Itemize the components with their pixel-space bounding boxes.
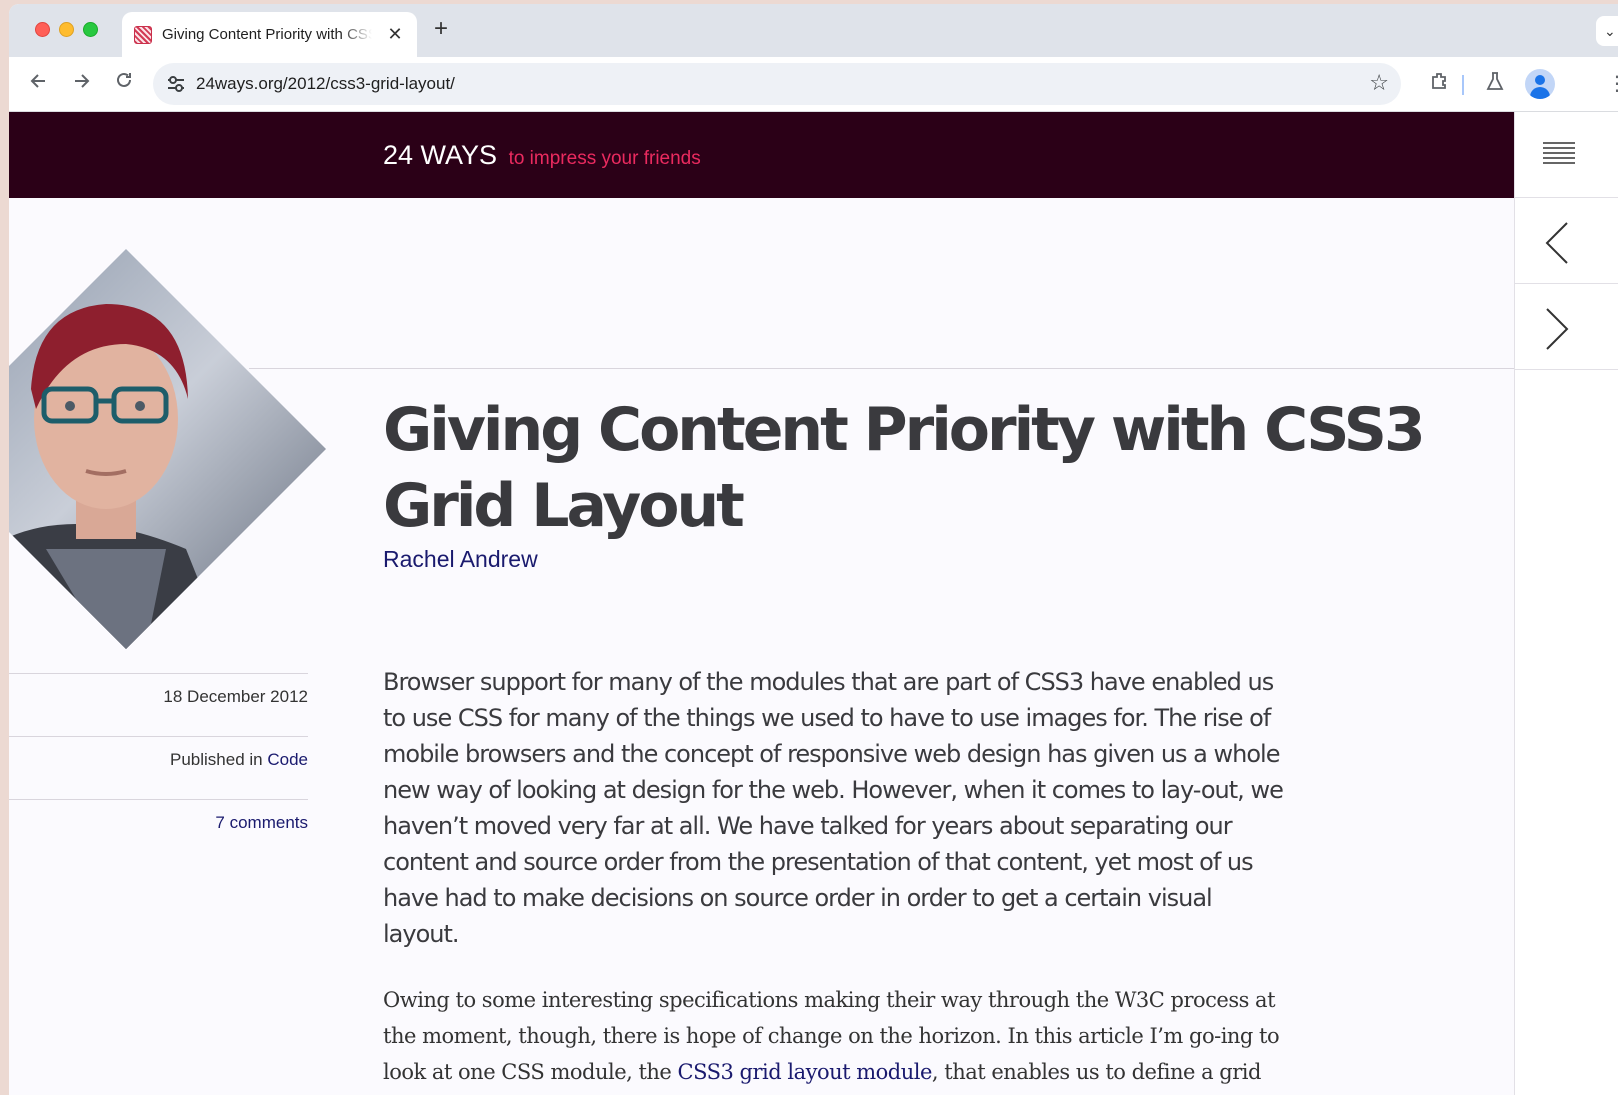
puzzle-icon[interactable] — [1430, 71, 1450, 97]
author-link[interactable]: Rachel Andrew — [383, 546, 538, 573]
comments-link[interactable]: 7 comments — [215, 813, 308, 832]
star-icon[interactable]: ☆ — [1369, 70, 1389, 96]
browser-toolbar: 24ways.org/2012/css3-grid-layout/ ☆ ⋮ — [9, 57, 1618, 112]
site-logo[interactable]: 24 WAYS to impress your friends — [383, 140, 701, 171]
zoom-window-button[interactable] — [83, 22, 98, 37]
close-window-button[interactable] — [35, 22, 50, 37]
arrow-right-icon — [75, 74, 90, 88]
article-date: 18 December 2012 — [9, 673, 308, 736]
tab-search-chevron-icon[interactable]: ⌄ — [1596, 16, 1618, 46]
brand-tagline: to impress your friends — [508, 148, 701, 169]
title-divider — [249, 368, 1514, 369]
page-viewport: 24 WAYS to impress your friends Giving C… — [9, 112, 1618, 1095]
avatar-icon[interactable] — [1525, 69, 1555, 99]
toolbar-separator — [1462, 75, 1464, 95]
reload-button[interactable] — [109, 70, 139, 100]
favicon-icon — [134, 25, 152, 44]
back-button[interactable] — [24, 70, 54, 100]
browser-window: Giving Content Priority with CSS3 Grid L… — [9, 4, 1618, 1095]
article-comments: 7 comments — [9, 799, 308, 862]
chevron-left-icon — [1545, 222, 1568, 264]
tune-icon[interactable] — [165, 73, 187, 95]
tab-strip: Giving Content Priority with CSS3 Grid L… — [9, 4, 1618, 57]
category-link[interactable]: Code — [267, 750, 308, 769]
article-title: Giving Content Priority with CSS3 Grid L… — [383, 395, 1426, 541]
published-prefix: Published in — [170, 750, 263, 769]
article-lede: Browser support for many of the modules … — [383, 668, 1284, 948]
next-article-button[interactable] — [1515, 284, 1618, 370]
paragraph-text-end: , that enables us to define a grid — [931, 1060, 1262, 1084]
arrow-left-icon — [30, 74, 45, 88]
chevron-right-icon — [1546, 308, 1569, 350]
brand-name: 24 WAYS — [383, 140, 498, 170]
article-category: Published in Code — [9, 736, 308, 799]
tab-title: Giving Content Priority with CSS3 Grid L… — [162, 26, 372, 43]
flask-icon[interactable] — [1485, 71, 1505, 97]
browser-tab[interactable]: Giving Content Priority with CSS3 Grid L… — [122, 12, 417, 57]
forward-button[interactable] — [66, 70, 96, 100]
new-tab-button[interactable]: + — [428, 15, 454, 43]
site-header: 24 WAYS to impress your friends — [9, 112, 1514, 198]
url-text[interactable]: 24ways.org/2012/css3-grid-layout/ — [196, 74, 455, 94]
date-text: 18 December 2012 — [163, 687, 308, 706]
minimize-window-button[interactable] — [59, 22, 74, 37]
reload-icon — [117, 72, 131, 87]
author-photo — [9, 249, 326, 649]
close-tab-icon[interactable]: ✕ — [385, 24, 405, 45]
article-paragraph: Owing to some interesting specifications… — [383, 982, 1283, 1090]
menu-button[interactable] — [1515, 112, 1618, 198]
side-rail — [1514, 112, 1618, 1095]
grid-module-link[interactable]: CSS3 grid layout module — [678, 1060, 933, 1084]
hamburger-icon — [1543, 142, 1575, 164]
kebab-menu-icon[interactable]: ⋮ — [1607, 71, 1618, 96]
previous-article-button[interactable] — [1515, 198, 1618, 284]
address-bar[interactable]: 24ways.org/2012/css3-grid-layout/ ☆ — [153, 63, 1401, 105]
